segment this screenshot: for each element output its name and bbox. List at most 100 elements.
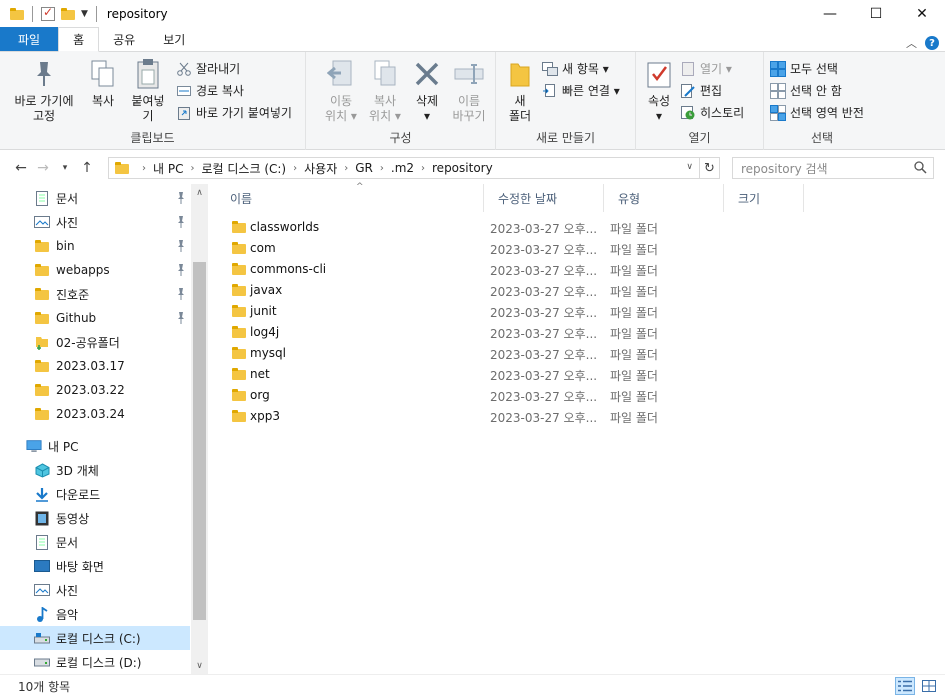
- tab-file[interactable]: 파일: [0, 27, 59, 51]
- minimize-button[interactable]: —: [807, 0, 853, 28]
- chevron-right-icon[interactable]: ›: [142, 163, 146, 174]
- new-folder-button[interactable]: 새 폴더: [500, 56, 540, 126]
- history-button[interactable]: 히스토리: [680, 103, 744, 122]
- chevron-right-icon[interactable]: ›: [190, 163, 194, 174]
- file-row[interactable]: commons-cli 2023-03-27 오후... 파일 폴더: [222, 259, 942, 280]
- scroll-up-icon[interactable]: ∧: [191, 184, 208, 201]
- nav-item-shared-folder[interactable]: 02-공유폴더: [0, 330, 190, 354]
- pin-icon[interactable]: [176, 264, 186, 276]
- pin-icon[interactable]: [176, 288, 186, 300]
- nav-item-webapps[interactable]: webapps: [0, 258, 190, 282]
- chevron-right-icon[interactable]: ›: [421, 163, 425, 174]
- file-row[interactable]: javax 2023-03-27 오후... 파일 폴더: [222, 280, 942, 301]
- copy-to-button[interactable]: 복사 위치 ▾: [364, 56, 406, 126]
- rename-button[interactable]: 이름 바꾸기: [448, 56, 490, 126]
- back-icon[interactable]: ←: [10, 160, 32, 176]
- file-row[interactable]: org 2023-03-27 오후... 파일 폴더: [222, 385, 942, 406]
- address-bar[interactable]: › 내 PC › 로컬 디스크 (C:) › 사용자 › GR › .m2 › …: [108, 157, 720, 179]
- file-row[interactable]: com 2023-03-27 오후... 파일 폴더: [222, 238, 942, 259]
- invert-selection-button[interactable]: 선택 영역 반전: [770, 103, 876, 122]
- close-button[interactable]: ✕: [899, 0, 945, 28]
- column-header-type[interactable]: 유형: [604, 184, 724, 212]
- breadcrumb-users[interactable]: 사용자: [304, 160, 337, 177]
- collapse-ribbon-icon[interactable]: ︿: [906, 35, 917, 51]
- pin-icon[interactable]: [176, 240, 186, 252]
- paste-shortcut-button[interactable]: 바로 가기 붙여넣기: [176, 103, 292, 122]
- chevron-right-icon[interactable]: ›: [293, 163, 297, 174]
- nav-item-20230324[interactable]: 2023.03.24: [0, 402, 190, 426]
- breadcrumb-gr[interactable]: GR: [355, 161, 373, 175]
- pin-icon[interactable]: [176, 192, 186, 204]
- nav-item-20230322[interactable]: 2023.03.22: [0, 378, 190, 402]
- new-item-button[interactable]: 새 항목 ▾: [542, 59, 620, 78]
- nav-item-pictures-pc[interactable]: 사진: [0, 578, 190, 602]
- address-history-dropdown[interactable]: ∨: [686, 162, 693, 172]
- file-row[interactable]: net 2023-03-27 오후... 파일 폴더: [222, 364, 942, 385]
- navigation-pane[interactable]: 문서 사진 bin webapps 진호준 Github 02-공유폴더 202…: [0, 184, 208, 674]
- select-all-button[interactable]: 모두 선택: [770, 59, 876, 78]
- nav-item-github[interactable]: Github: [0, 306, 190, 330]
- tab-share[interactable]: 공유: [99, 27, 149, 51]
- nav-item-local-disk-c[interactable]: 로컬 디스크 (C:): [0, 626, 190, 650]
- computer-icon: [26, 438, 42, 454]
- new-folder-icon[interactable]: [61, 8, 75, 20]
- cut-button[interactable]: 잘라내기: [176, 59, 292, 78]
- up-icon[interactable]: ↑: [76, 160, 98, 176]
- column-header-size[interactable]: 크기: [724, 184, 804, 212]
- nav-item-jinhojun[interactable]: 진호준: [0, 282, 190, 306]
- tab-view[interactable]: 보기: [149, 27, 199, 51]
- select-none-button[interactable]: 선택 안 함: [770, 81, 876, 100]
- file-row[interactable]: junit 2023-03-27 오후... 파일 폴더: [222, 301, 942, 322]
- edit-button[interactable]: 편집: [680, 81, 744, 100]
- nav-item-3d-objects[interactable]: 3D 개체: [0, 458, 190, 482]
- breadcrumb-repository[interactable]: repository: [432, 161, 493, 175]
- breadcrumb-m2[interactable]: .m2: [391, 161, 414, 175]
- chevron-right-icon[interactable]: ›: [380, 163, 384, 174]
- open-button[interactable]: 열기 ▾: [680, 59, 744, 78]
- nav-item-documents-pc[interactable]: 문서: [0, 530, 190, 554]
- file-row[interactable]: xpp3 2023-03-27 오후... 파일 폴더: [222, 406, 942, 427]
- recent-locations-icon[interactable]: ▾: [54, 163, 76, 173]
- file-row[interactable]: log4j 2023-03-27 오후... 파일 폴더: [222, 322, 942, 343]
- help-icon[interactable]: ?: [925, 36, 939, 50]
- delete-button[interactable]: 삭제 ▾: [408, 56, 446, 126]
- properties-button[interactable]: 속성 ▾: [640, 56, 678, 126]
- file-row[interactable]: classworlds 2023-03-27 오후... 파일 폴더: [222, 217, 942, 238]
- column-header-date[interactable]: 수정한 날짜: [484, 184, 604, 212]
- copy-button[interactable]: 복사: [86, 56, 120, 126]
- breadcrumb-this-pc[interactable]: 내 PC: [153, 160, 183, 177]
- nav-item-downloads[interactable]: 다운로드: [0, 482, 190, 506]
- nav-item-local-disk-d[interactable]: 로컬 디스크 (D:): [0, 650, 190, 674]
- paste-button[interactable]: 붙여넣기: [122, 56, 174, 126]
- nav-item-this-pc[interactable]: 내 PC: [0, 434, 190, 458]
- maximize-button[interactable]: ☐: [853, 0, 899, 28]
- easy-access-button[interactable]: 빠른 연결 ▾: [542, 81, 620, 100]
- tab-home[interactable]: 홈: [58, 27, 100, 52]
- nav-item-pictures[interactable]: 사진: [0, 210, 190, 234]
- nav-scrollbar-thumb[interactable]: [193, 262, 206, 620]
- scroll-down-icon[interactable]: ∨: [191, 657, 208, 674]
- pin-quick-access-button[interactable]: 바로 가기에 고정: [4, 56, 84, 126]
- nav-item-20230317[interactable]: 2023.03.17: [0, 354, 190, 378]
- refresh-icon[interactable]: ↻: [699, 158, 719, 178]
- details-view-icon[interactable]: [895, 677, 915, 695]
- file-list[interactable]: 이름 ^ 수정한 날짜 유형 크기 classworlds 2023-03-27…: [208, 182, 945, 674]
- move-to-button[interactable]: 이동 위치 ▾: [320, 56, 362, 126]
- large-icons-view-icon[interactable]: [919, 677, 939, 695]
- nav-item-documents[interactable]: 문서: [0, 186, 190, 210]
- breadcrumb-local-disk[interactable]: 로컬 디스크 (C:): [201, 160, 286, 177]
- file-row[interactable]: mysql 2023-03-27 오후... 파일 폴더: [222, 343, 942, 364]
- column-header-name[interactable]: 이름 ^: [216, 182, 484, 212]
- pin-icon[interactable]: [176, 312, 186, 324]
- copy-path-button[interactable]: 경로 복사: [176, 81, 292, 100]
- properties-icon[interactable]: [41, 5, 55, 21]
- customize-toolbar-dropdown[interactable]: ▼: [81, 9, 88, 19]
- chevron-right-icon[interactable]: ›: [344, 163, 348, 174]
- nav-item-music[interactable]: 음악: [0, 602, 190, 626]
- search-input[interactable]: repository 검색: [732, 157, 934, 179]
- nav-item-videos[interactable]: 동영상: [0, 506, 190, 530]
- nav-item-bin[interactable]: bin: [0, 234, 190, 258]
- nav-item-desktop[interactable]: 바탕 화면: [0, 554, 190, 578]
- pin-icon[interactable]: [176, 216, 186, 228]
- forward-icon[interactable]: →: [32, 160, 54, 176]
